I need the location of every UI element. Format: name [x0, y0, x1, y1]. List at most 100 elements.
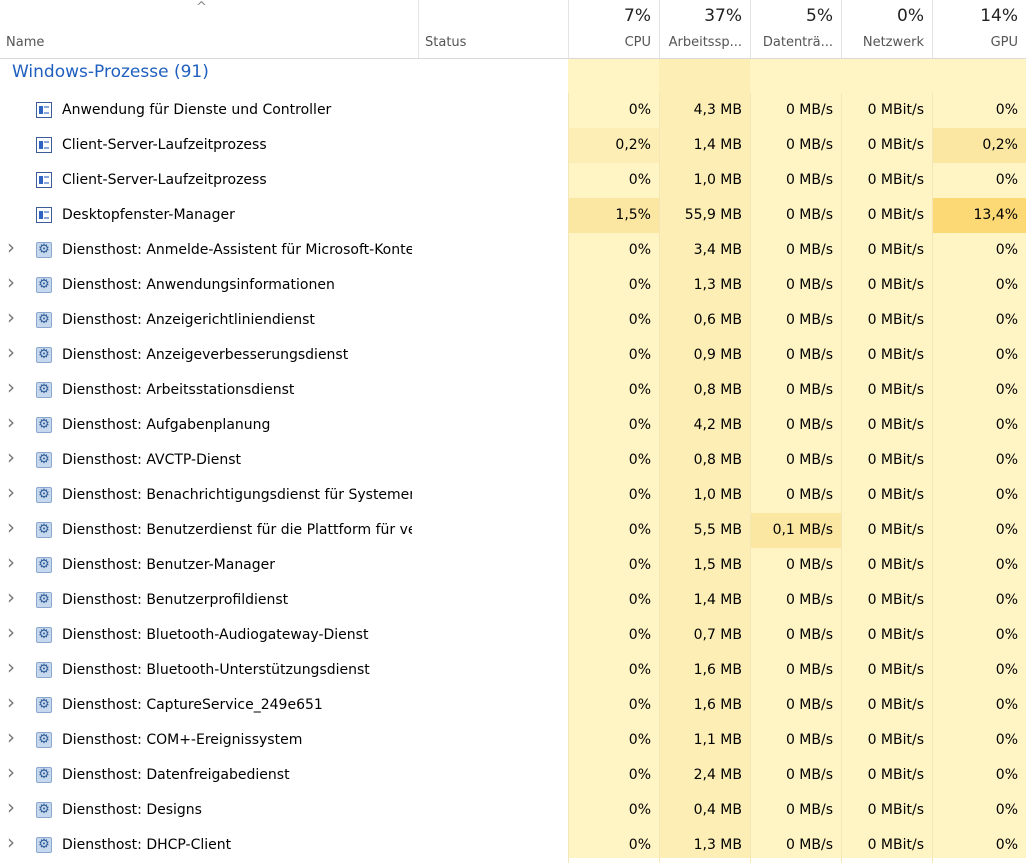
- network-cell: 0 MBit/s: [841, 408, 932, 443]
- gpu-cell: 0%: [932, 338, 1026, 373]
- expand-chevron-icon[interactable]: ›: [7, 340, 15, 364]
- memory-cell: 1,3 MB: [659, 268, 750, 303]
- disk-cell: 0,1 MB/s: [750, 513, 841, 548]
- expand-chevron-icon[interactable]: ›: [7, 655, 15, 679]
- network-cell: 0 MBit/s: [841, 268, 932, 303]
- process-row[interactable]: › ⚙ Diensthost: Anmelde-Assistent für Micr…: [0, 233, 1026, 268]
- gpu-cell: 0%: [932, 653, 1026, 688]
- process-row[interactable]: › ⚙ Diensthost: CaptureService_249e651 0% 1,…: [0, 688, 1026, 723]
- gear-icon: ⚙: [36, 697, 52, 713]
- process-name: Diensthost: Benutzerdienst für die Platt…: [62, 522, 412, 538]
- cpu-cell: 0%: [568, 373, 659, 408]
- column-header-bar: ^ Name Status 7% CPU 37% Arbeitssp... 5%…: [0, 0, 1026, 59]
- process-name: Diensthost: CaptureService_249e651: [62, 697, 323, 713]
- header-name-label: Name: [6, 35, 45, 50]
- memory-cell: 1,4 MB: [659, 128, 750, 163]
- header-network-label: Netzwerk: [862, 35, 924, 50]
- process-row[interactable]: › ⚙ Diensthost: Anzeigeverbesserungsdienst…: [0, 338, 1026, 373]
- gpu-cell: 0%: [932, 583, 1026, 618]
- process-row[interactable]: Client-Server-Laufzeitprozess 0% 1,0 MB 0 M…: [0, 163, 1026, 198]
- expand-chevron-icon[interactable]: ›: [7, 270, 15, 294]
- cpu-cell: 0%: [568, 443, 659, 478]
- gpu-cell: 0%: [932, 513, 1026, 548]
- cpu-cell: 0%: [568, 583, 659, 618]
- process-name: Diensthost: Designs: [62, 802, 202, 818]
- header-cpu-total: 7%: [624, 6, 651, 26]
- process-row[interactable]: › ⚙ Diensthost: Bluetooth-Audiogateway-Die…: [0, 618, 1026, 653]
- cpu-cell: 0%: [568, 408, 659, 443]
- cpu-cell: 0%: [568, 688, 659, 723]
- process-name: Diensthost: Anzeigerichtliniendienst: [62, 312, 315, 328]
- process-row[interactable]: Desktopfenster-Manager 1,5% 55,9 MB 0 MB/s 0…: [0, 198, 1026, 233]
- header-name[interactable]: Name: [0, 0, 418, 58]
- gpu-cell: 13,4%: [932, 198, 1026, 233]
- expand-chevron-icon[interactable]: ›: [7, 515, 15, 539]
- cpu-cell: 0%: [568, 793, 659, 828]
- process-row[interactable]: › ⚙ Diensthost: Benutzer-Manager 0% 1,5 MB 0 …: [0, 548, 1026, 583]
- memory-cell: 0,4 MB: [659, 793, 750, 828]
- process-row[interactable]: › ⚙ Diensthost: COM+-Ereignissystem 0% 1,1 M…: [0, 723, 1026, 758]
- process-name: Diensthost: Arbeitsstationsdienst: [62, 382, 295, 398]
- expand-chevron-icon[interactable]: ›: [7, 585, 15, 609]
- header-memory[interactable]: 37% Arbeitssp...: [659, 0, 750, 58]
- expand-chevron-icon[interactable]: ›: [7, 305, 15, 329]
- process-row[interactable]: › ⚙ Diensthost: Arbeitsstationsdienst 0% 0,8…: [0, 373, 1026, 408]
- process-row[interactable]: › ⚙ Diensthost: Benachrichtigungsdienst fü…: [0, 478, 1026, 513]
- disk-cell: 0 MB/s: [750, 688, 841, 723]
- disk-cell: 0 MB/s: [750, 373, 841, 408]
- network-cell: 0 MBit/s: [841, 303, 932, 338]
- network-cell: 0 MBit/s: [841, 163, 932, 198]
- expand-chevron-icon[interactable]: ›: [7, 830, 15, 854]
- header-cpu[interactable]: 7% CPU: [568, 0, 659, 58]
- cpu-cell: 0%: [568, 548, 659, 583]
- process-row[interactable]: › ⚙ Diensthost: Bluetooth-Unterstützungsdi…: [0, 653, 1026, 688]
- process-row[interactable]: › ⚙ Diensthost: Anwendungsinformationen 0% 1…: [0, 268, 1026, 303]
- expand-chevron-icon[interactable]: ›: [7, 725, 15, 749]
- process-row[interactable]: Client-Server-Laufzeitprozess 0,2% 1,4 MB 0…: [0, 128, 1026, 163]
- process-row[interactable]: › ⚙ Diensthost: AVCTP-Dienst 0% 0,8 MB 0 MB/s…: [0, 443, 1026, 478]
- expand-chevron-icon[interactable]: ›: [7, 445, 15, 469]
- process-row[interactable]: Anwendung für Dienste und Controller 0% 4,…: [0, 93, 1026, 128]
- gpu-cell: 0%: [932, 758, 1026, 793]
- header-network[interactable]: 0% Netzwerk: [841, 0, 932, 58]
- cpu-cell: 0%: [568, 478, 659, 513]
- header-gpu-total: 14%: [980, 6, 1018, 26]
- header-disk[interactable]: 5% Datenträ...: [750, 0, 841, 58]
- expand-chevron-icon[interactable]: ›: [7, 550, 15, 574]
- expand-chevron-icon[interactable]: ›: [7, 235, 15, 259]
- expand-chevron-icon[interactable]: ›: [7, 410, 15, 434]
- gpu-cell: 0%: [932, 548, 1026, 583]
- expand-chevron-icon[interactable]: ›: [7, 620, 15, 644]
- expand-chevron-icon[interactable]: ›: [7, 690, 15, 714]
- expand-chevron-icon[interactable]: ›: [7, 795, 15, 819]
- network-cell: 0 MBit/s: [841, 373, 932, 408]
- disk-cell: 0 MB/s: [750, 793, 841, 828]
- header-gpu[interactable]: 14% GPU: [932, 0, 1026, 58]
- expand-chevron-icon[interactable]: ›: [7, 375, 15, 399]
- network-cell: 0 MBit/s: [841, 723, 932, 758]
- process-row[interactable]: › ⚙ Diensthost: Datenfreigabedienst 0% 2,4 M…: [0, 758, 1026, 793]
- process-row[interactable]: › ⚙ Diensthost: Benutzerprofildienst 0% 1,4 …: [0, 583, 1026, 618]
- disk-cell: 0 MB/s: [750, 233, 841, 268]
- disk-cell: 0 MB/s: [750, 303, 841, 338]
- process-name: Diensthost: Benutzerprofildienst: [62, 592, 289, 608]
- header-disk-label: Datenträ...: [762, 35, 833, 50]
- memory-cell: 4,3 MB: [659, 93, 750, 128]
- gear-icon: ⚙: [36, 732, 52, 748]
- memory-cell: 1,6 MB: [659, 688, 750, 723]
- cpu-cell: 0%: [568, 723, 659, 758]
- expand-chevron-icon[interactable]: ›: [7, 480, 15, 504]
- cpu-cell: 0%: [568, 93, 659, 128]
- group-header-windows-processes[interactable]: Windows-Prozesse (91): [0, 58, 1026, 92]
- header-status[interactable]: Status: [418, 0, 568, 58]
- expand-chevron-icon[interactable]: ›: [7, 760, 15, 784]
- disk-cell: 0 MB/s: [750, 443, 841, 478]
- process-row[interactable]: › ⚙ Diensthost: Benutzerdienst für die Pla…: [0, 513, 1026, 548]
- process-row[interactable]: › ⚙ Diensthost: Aufgabenplanung 0% 4,2 MB 0 M…: [0, 408, 1026, 443]
- header-network-total: 0%: [897, 6, 924, 26]
- process-row[interactable]: › ⚙ Diensthost: Anzeigerichtliniendienst 0%…: [0, 303, 1026, 338]
- process-name: Diensthost: DHCP-Client: [62, 837, 232, 853]
- process-row[interactable]: › ⚙ Diensthost: Designs 0% 0,4 MB 0 MB/s 0 MBi…: [0, 793, 1026, 828]
- cpu-cell: 0%: [568, 653, 659, 688]
- memory-cell: 3,4 MB: [659, 233, 750, 268]
